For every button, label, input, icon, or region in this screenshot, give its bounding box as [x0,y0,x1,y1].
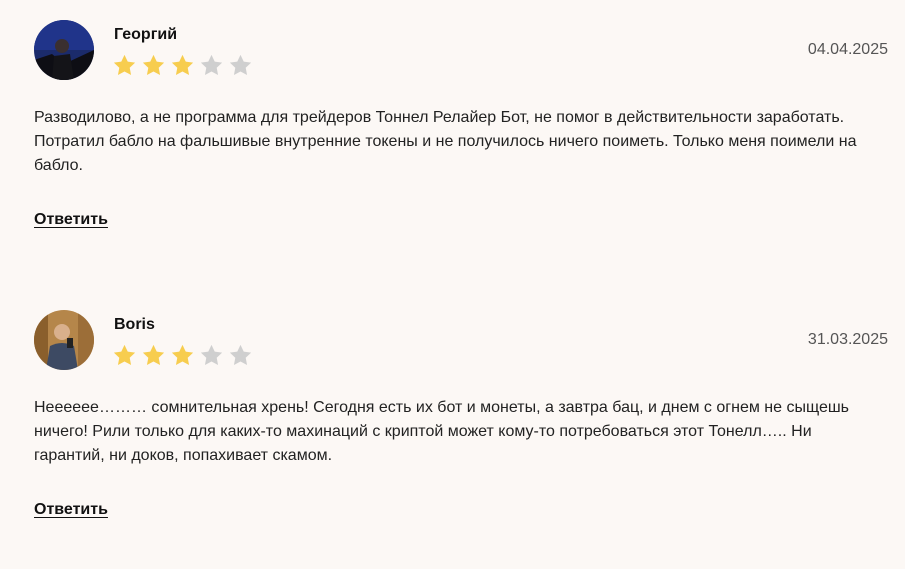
star-filled-icon [142,54,165,75]
review-date: 04.04.2025 [807,41,888,58]
star-empty-icon [200,54,223,75]
star-filled-icon [171,344,194,365]
review-item: Boris 31.03.2025 Неееееe……… сомнительная… [0,290,905,569]
star-empty-icon [229,54,252,75]
star-filled-icon [142,344,165,365]
star-empty-icon [229,344,252,365]
rating-stars [112,53,253,78]
star-filled-icon [113,54,136,75]
star-filled-icon [171,54,194,75]
rating-stars [112,343,253,368]
review-author: Boris [114,316,155,333]
review-author: Георгий [114,26,178,43]
avatar [34,20,94,80]
reply-link[interactable]: Ответить [34,211,108,229]
reply-link[interactable]: Ответить [34,501,108,519]
star-empty-icon [200,344,223,365]
avatar [34,310,94,370]
review-item: Георгий 04.04.2025 Разводилово, а не про… [0,0,905,290]
review-date: 31.03.2025 [807,331,888,348]
review-text: Разводилово, а не программа для трейдеро… [34,109,857,174]
review-text: Неееееe……… сомнительная хрень! Сегодня е… [34,399,850,464]
star-filled-icon [113,344,136,365]
